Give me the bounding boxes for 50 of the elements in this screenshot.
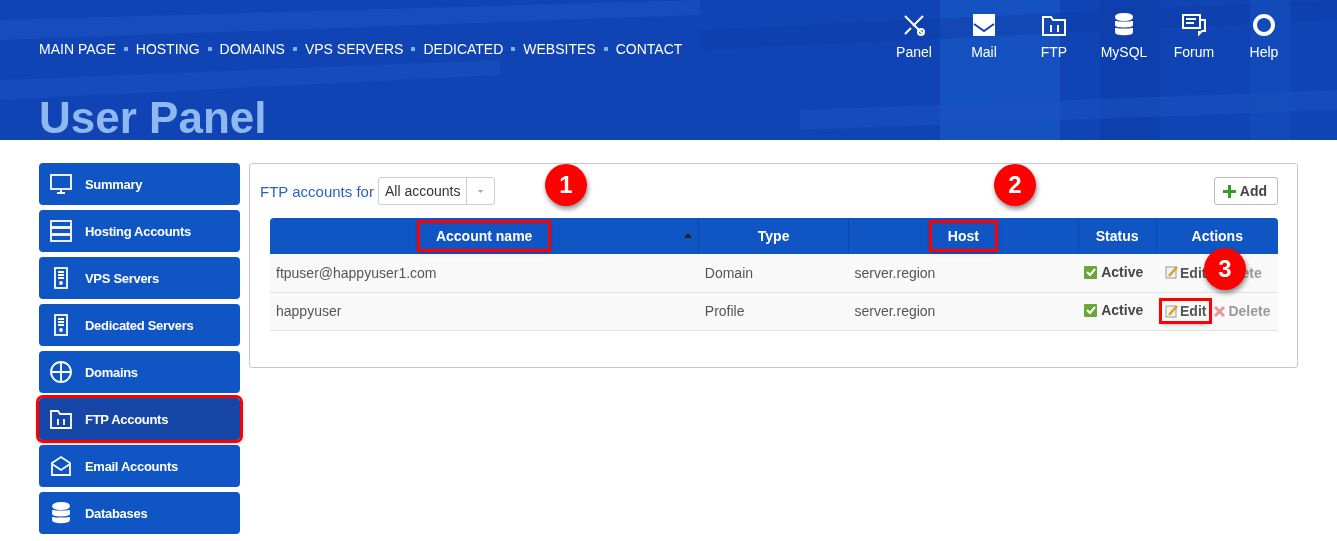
sidebar-item[interactable]: Summary (39, 163, 240, 205)
sidebar-item[interactable]: Email Accounts (39, 445, 240, 487)
pencil-icon (1165, 266, 1178, 280)
table-cell: server.region (848, 254, 1079, 292)
add-button[interactable]: Add (1213, 177, 1278, 205)
folder-icon (49, 407, 73, 431)
account-select[interactable]: All accounts (377, 177, 496, 205)
monitor-icon (49, 172, 73, 196)
toolbar-link[interactable]: Forum (1159, 12, 1229, 86)
pencil-icon (1165, 304, 1178, 318)
nav-link[interactable]: VPS SERVERS (304, 41, 404, 57)
checkbox-icon (1084, 303, 1098, 317)
filter-label: FTP accounts for (260, 182, 374, 200)
mail-icon (971, 12, 997, 38)
status-label: Active (1084, 264, 1144, 280)
nav-link[interactable]: MAIN PAGE (39, 41, 116, 57)
toolbar-link[interactable]: MySQL (1089, 12, 1159, 86)
toolbar-link[interactable]: Help (1229, 12, 1299, 86)
nav-link[interactable]: DOMAINS (219, 41, 285, 57)
sidebar-item[interactable]: FTP Accounts (39, 398, 240, 440)
mail-icon (49, 454, 73, 478)
sidebar-item[interactable]: VPS Servers (39, 257, 240, 299)
nav-link[interactable]: DEDICATED (423, 41, 504, 57)
toolbar-link[interactable]: Panel (879, 12, 949, 86)
database-icon (49, 501, 73, 525)
sidebar-item[interactable]: Hosting Accounts (39, 210, 240, 252)
table-cell: Domain (698, 254, 849, 292)
step-badge: 2 (993, 164, 1036, 206)
sidebar-item[interactable]: Databases (39, 492, 240, 534)
tools-icon (901, 12, 927, 38)
close-icon (1213, 304, 1227, 318)
checkbox-icon (1084, 265, 1098, 279)
sidebar-item[interactable]: Dedicated Servers (39, 304, 240, 346)
chat-icon (1181, 12, 1207, 38)
sidebar-item[interactable]: Domains (39, 351, 240, 393)
table-cell: server.region (848, 292, 1079, 330)
status-label: Active (1084, 302, 1144, 319)
table-cell: Profile (698, 292, 849, 330)
nav-link[interactable]: CONTACT (615, 41, 683, 57)
table-cell: ftpuser@happyuser1.com (270, 254, 699, 292)
edit-link[interactable]: Edit (1162, 301, 1210, 321)
step-badge: 1 (545, 164, 587, 206)
page-title: User Panel (38, 96, 268, 140)
plus-icon (1222, 184, 1236, 198)
toolbar-link[interactable]: FTP (1019, 12, 1089, 86)
globe-icon (49, 360, 73, 384)
server-icon (49, 219, 73, 243)
nav-link[interactable]: WEBSITES (523, 41, 596, 57)
table-cell: happyuser (270, 292, 699, 330)
nav-link[interactable]: HOSTING (135, 41, 200, 57)
